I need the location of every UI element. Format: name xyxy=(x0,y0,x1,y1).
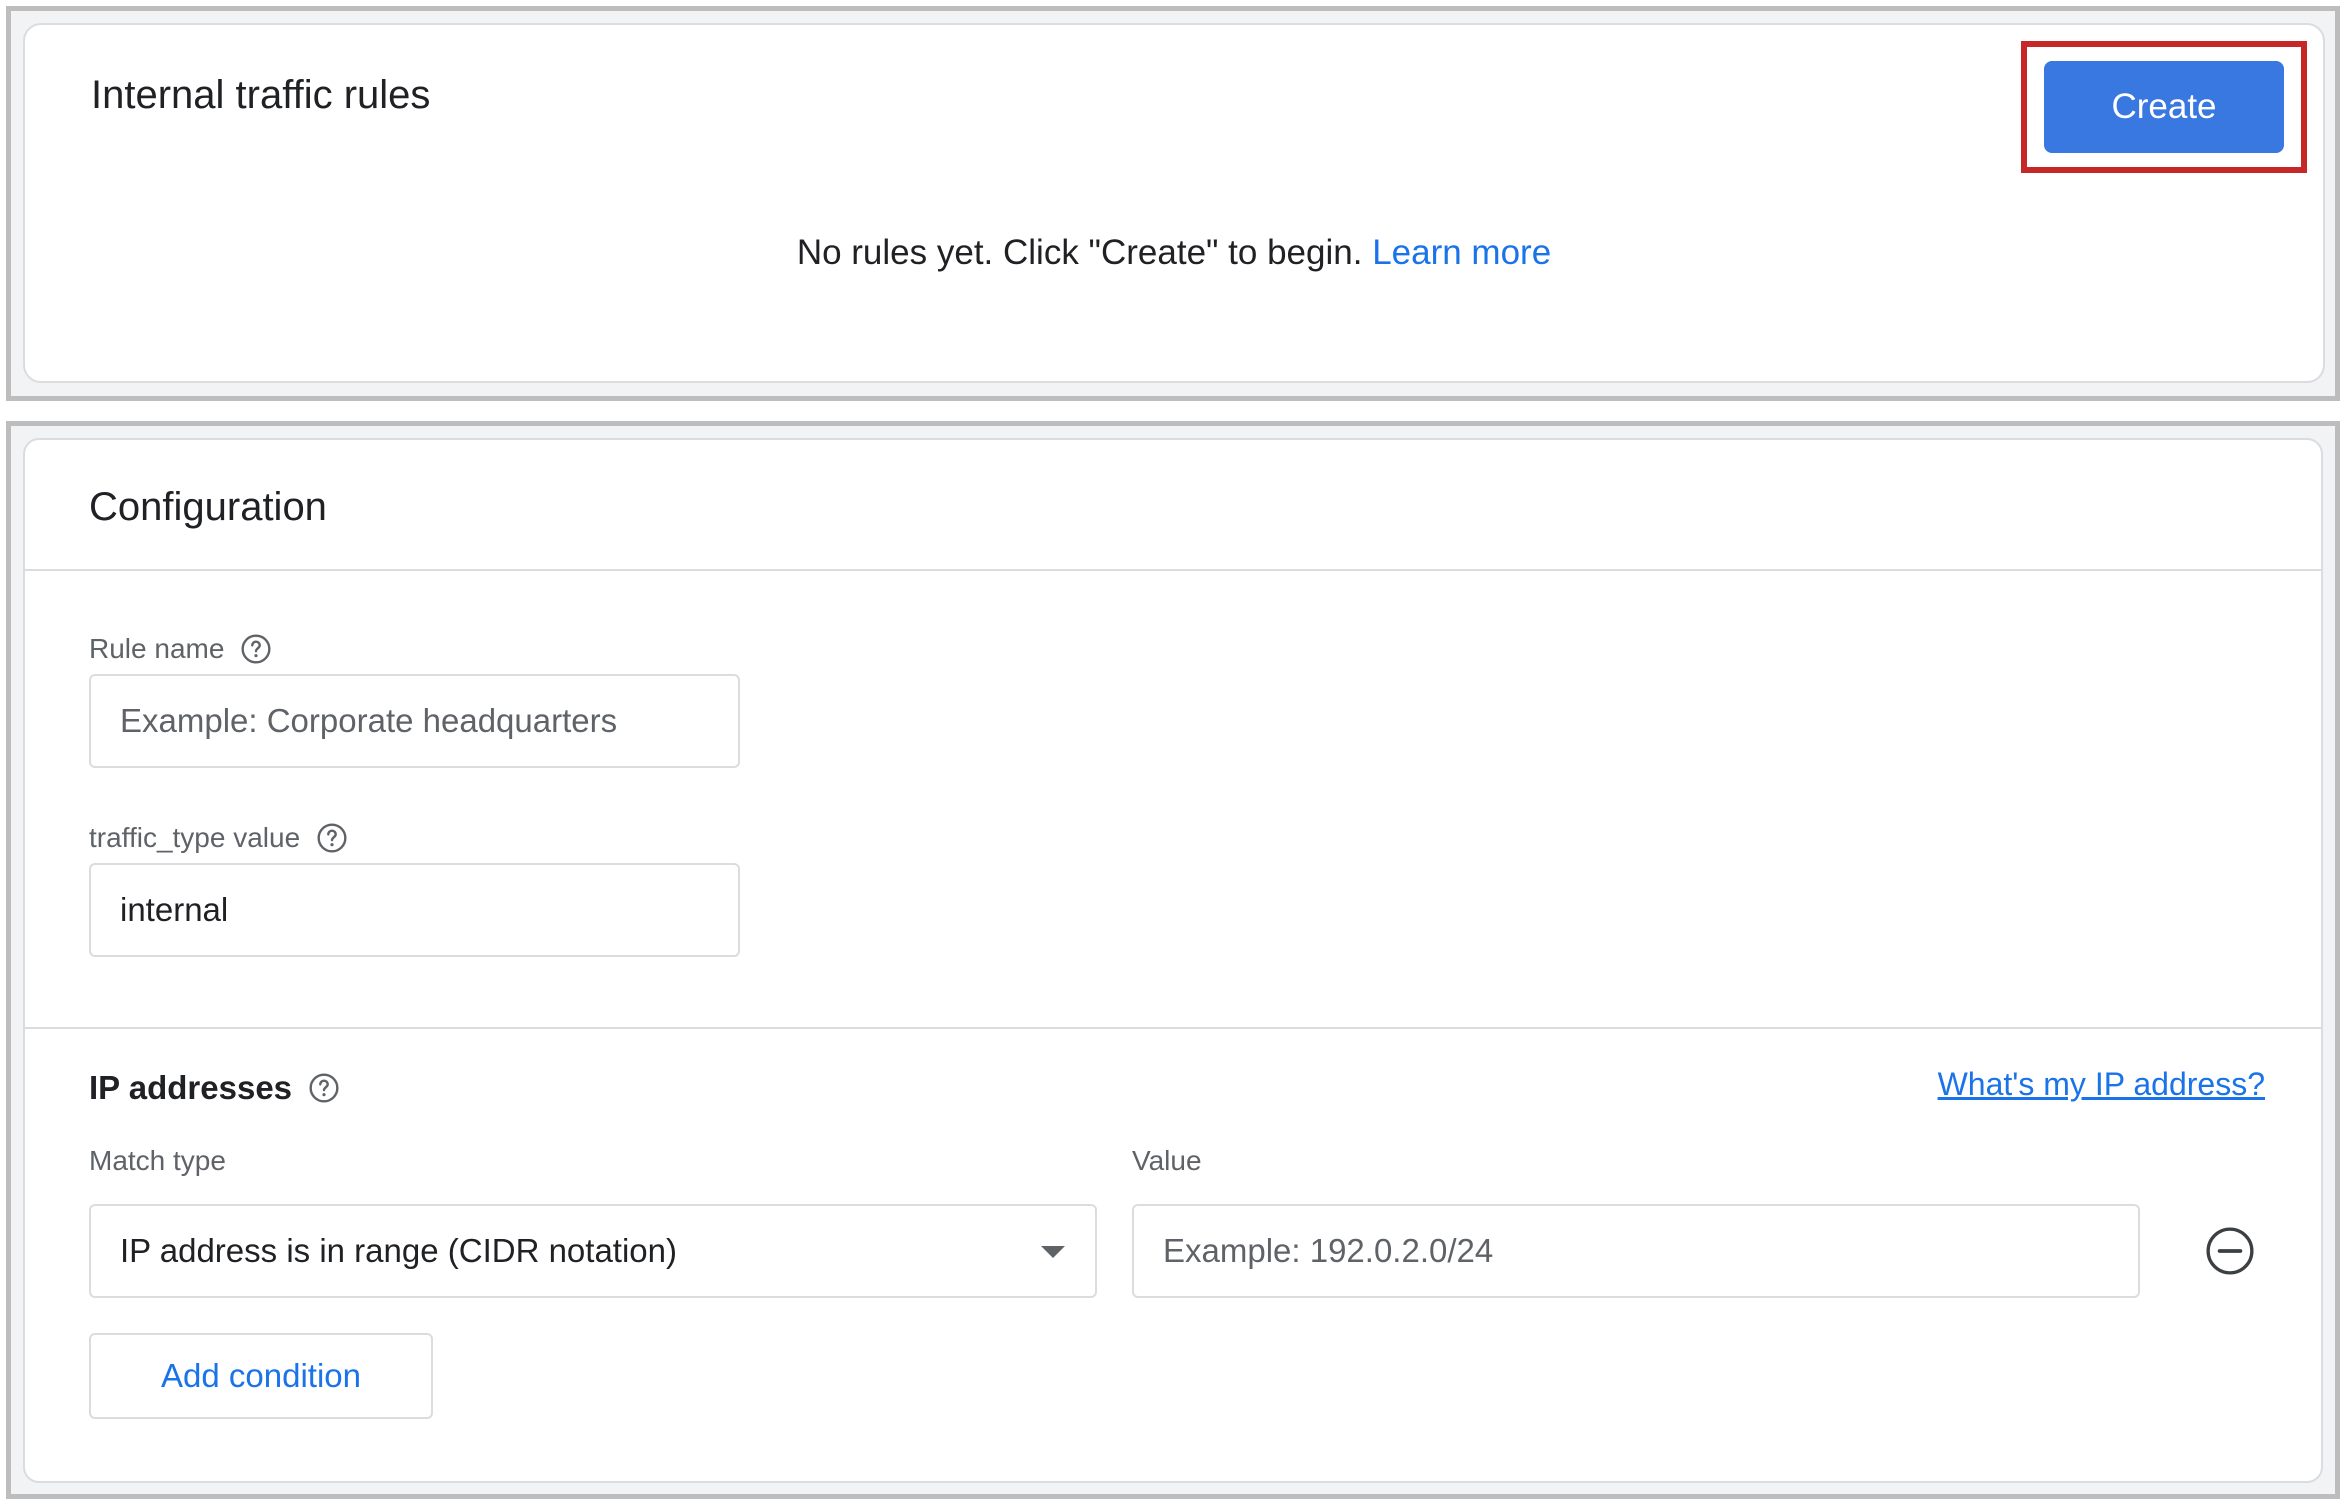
configuration-title: Configuration xyxy=(89,485,327,529)
ip-addresses-title: IP addresses xyxy=(89,1069,293,1106)
add-condition-button[interactable]: Add condition xyxy=(89,1333,433,1419)
header-divider xyxy=(25,569,2321,571)
value-label: Value xyxy=(1132,1145,1202,1176)
rules-frame: Internal traffic rules Create No rules y… xyxy=(6,6,2340,401)
rule-name-input[interactable]: Example: Corporate headquarters xyxy=(89,674,740,768)
match-type-value: IP address is in range (CIDR notation) xyxy=(120,1232,677,1269)
remove-condition-icon[interactable] xyxy=(2205,1226,2255,1276)
rules-title: Internal traffic rules xyxy=(91,73,431,117)
traffic-type-label-row: traffic_type value xyxy=(89,822,348,854)
dropdown-arrow-icon xyxy=(1041,1246,1065,1258)
empty-state-message: No rules yet. Click "Create" to begin. L… xyxy=(25,233,2323,273)
help-icon[interactable] xyxy=(316,822,348,854)
whats-my-ip-link[interactable]: What's my IP address? xyxy=(1938,1066,2265,1103)
internal-traffic-rules-card: Internal traffic rules Create No rules y… xyxy=(23,23,2325,383)
help-icon[interactable] xyxy=(308,1072,340,1104)
configuration-card: Configuration Rule name Example: Corpora… xyxy=(23,438,2323,1483)
rule-name-label-row: Rule name xyxy=(89,633,272,665)
rule-name-label: Rule name xyxy=(89,633,225,664)
help-icon[interactable] xyxy=(240,633,272,665)
configuration-frame: Configuration Rule name Example: Corpora… xyxy=(6,421,2340,1499)
match-type-select[interactable]: IP address is in range (CIDR notation) xyxy=(89,1204,1097,1298)
empty-state-text: No rules yet. Click "Create" to begin. xyxy=(796,233,1363,272)
traffic-type-input[interactable]: internal xyxy=(89,863,740,957)
traffic-type-label: traffic_type value xyxy=(89,822,301,853)
create-button[interactable]: Create xyxy=(2044,61,2284,153)
learn-more-link[interactable]: Learn more xyxy=(1372,233,1551,272)
match-type-label: Match type xyxy=(89,1145,226,1176)
ip-value-input[interactable]: Example: 192.0.2.0/24 xyxy=(1132,1204,2140,1298)
section-divider xyxy=(25,1027,2321,1029)
ip-addresses-heading: IP addresses xyxy=(89,1069,340,1107)
